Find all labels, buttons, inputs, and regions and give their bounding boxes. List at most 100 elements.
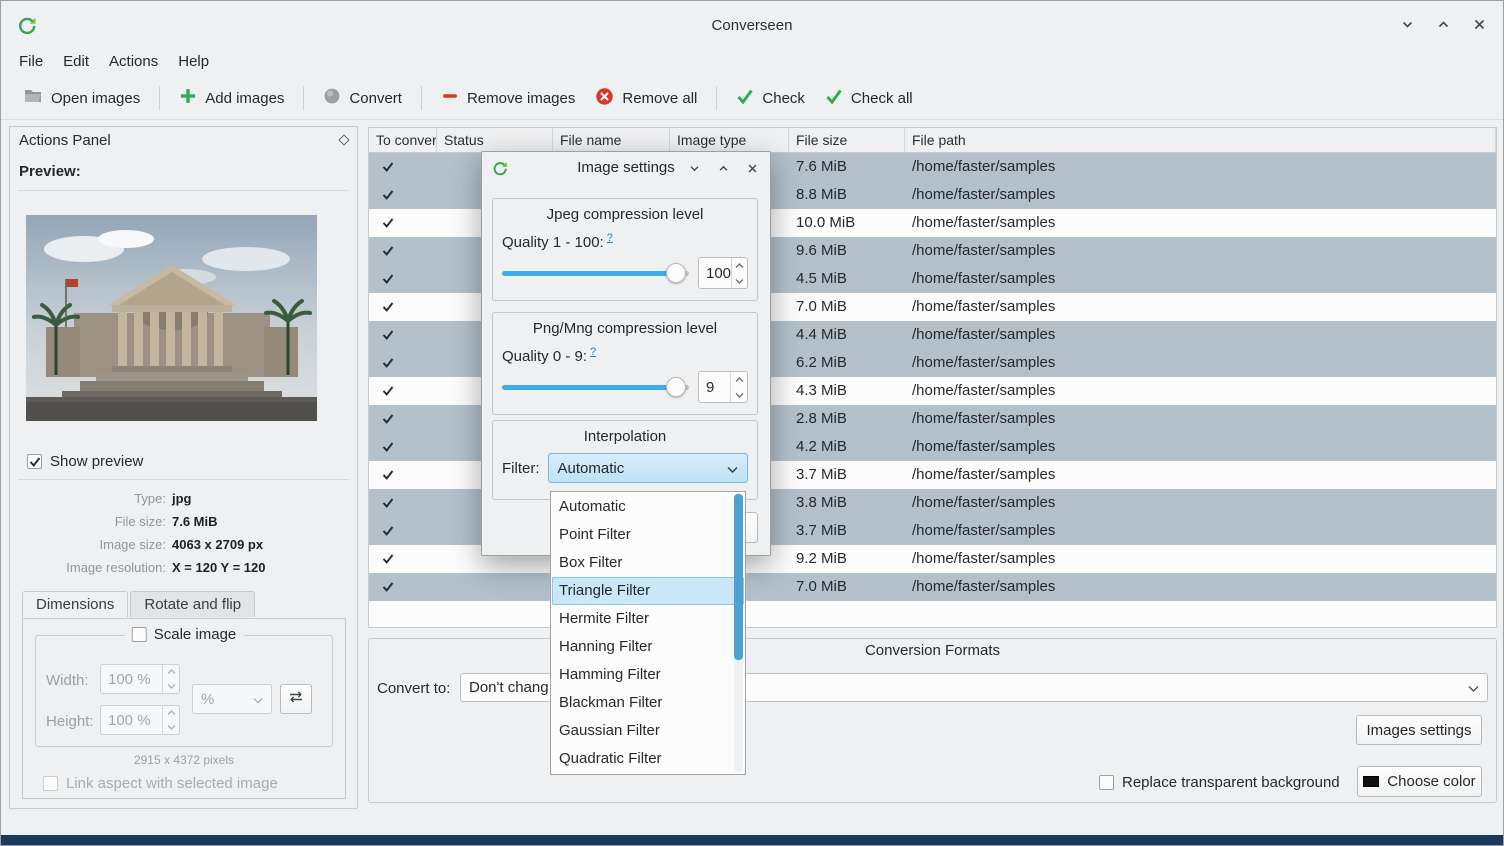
filter-option-blackman-filter[interactable]: Blackman Filter bbox=[552, 689, 744, 717]
dialog-maximize-icon[interactable] bbox=[715, 160, 731, 176]
column-status[interactable]: Status bbox=[437, 128, 553, 152]
row-file-path: /home/faster/samples bbox=[905, 153, 1496, 181]
filter-option-point-filter[interactable]: Point Filter bbox=[552, 521, 744, 549]
close-icon[interactable] bbox=[1471, 16, 1487, 32]
row-convert-checkbox[interactable] bbox=[380, 524, 395, 539]
spin-up-icon[interactable] bbox=[163, 665, 179, 679]
column-image-type[interactable]: Image type bbox=[670, 128, 789, 152]
row-file-path: /home/faster/samples bbox=[905, 321, 1496, 349]
tab-rotate-and-flip[interactable]: Rotate and flip bbox=[130, 591, 255, 617]
row-convert-checkbox[interactable] bbox=[380, 300, 395, 315]
jpeg-quality-spinbox[interactable]: 100 bbox=[698, 257, 748, 289]
popup-scrollbar[interactable] bbox=[734, 494, 743, 772]
row-convert-checkbox[interactable] bbox=[380, 580, 395, 595]
info-label: File size: bbox=[18, 514, 166, 529]
remove-images-button[interactable]: Remove images bbox=[431, 81, 585, 115]
filter-option-hermite-filter[interactable]: Hermite Filter bbox=[552, 605, 744, 633]
spin-down-icon[interactable] bbox=[163, 679, 179, 693]
slider-track bbox=[502, 385, 689, 390]
row-file-path: /home/faster/samples bbox=[905, 573, 1496, 601]
filter-option-hamming-filter[interactable]: Hamming Filter bbox=[552, 661, 744, 689]
link-aspect-checkbox[interactable]: Link aspect with selected image bbox=[43, 775, 278, 792]
row-convert-checkbox[interactable] bbox=[380, 384, 395, 399]
row-convert-checkbox[interactable] bbox=[380, 188, 395, 203]
scale-image-checkbox[interactable]: Scale image bbox=[125, 626, 244, 643]
column-file-name[interactable]: File name bbox=[553, 128, 670, 152]
add-images-button[interactable]: Add images bbox=[169, 81, 294, 115]
row-convert-checkbox[interactable] bbox=[380, 552, 395, 567]
replace-transparent-checkbox[interactable]: Replace transparent background bbox=[1099, 774, 1340, 791]
png-help-link[interactable]: ? bbox=[590, 346, 596, 358]
row-file-size: 4.4 MiB bbox=[789, 321, 905, 349]
unit-combobox[interactable]: % bbox=[192, 684, 272, 714]
jpeg-help-link[interactable]: ? bbox=[607, 232, 613, 244]
convert-icon bbox=[323, 87, 341, 109]
check-all-button[interactable]: Check all bbox=[815, 81, 923, 115]
filter-option-box-filter[interactable]: Box Filter bbox=[552, 549, 744, 577]
row-convert-checkbox[interactable] bbox=[380, 328, 395, 343]
row-convert-checkbox[interactable] bbox=[380, 412, 395, 427]
filter-option-automatic[interactable]: Automatic bbox=[552, 493, 744, 521]
spin-down-icon[interactable] bbox=[732, 273, 747, 288]
column-to-convert[interactable]: To convert bbox=[369, 128, 437, 152]
row-convert-checkbox[interactable] bbox=[380, 496, 395, 511]
filter-combobox[interactable]: Automatic bbox=[548, 453, 749, 483]
column-file-path[interactable]: File path bbox=[905, 128, 1496, 152]
spin-down-icon[interactable] bbox=[163, 720, 179, 734]
info-value: X = 120 Y = 120 bbox=[172, 560, 347, 575]
filter-option-triangle-filter[interactable]: Triangle Filter bbox=[552, 577, 744, 605]
height-spinbox[interactable]: 100 % bbox=[100, 705, 180, 735]
minimize-icon[interactable] bbox=[1399, 16, 1415, 32]
row-convert-checkbox[interactable] bbox=[380, 160, 395, 175]
row-convert-checkbox[interactable] bbox=[380, 272, 395, 287]
row-convert-checkbox[interactable] bbox=[380, 440, 395, 455]
filter-option-gaussian-filter[interactable]: Gaussian Filter bbox=[552, 717, 744, 745]
aspect-ratio-button[interactable] bbox=[280, 684, 312, 714]
row-status bbox=[437, 573, 553, 601]
row-file-size: 9.2 MiB bbox=[789, 545, 905, 573]
panel-float-button[interactable] bbox=[338, 134, 349, 145]
row-convert-checkbox[interactable] bbox=[380, 216, 395, 231]
row-convert-checkbox[interactable] bbox=[380, 356, 395, 371]
png-quality-spinbox[interactable]: 9 bbox=[698, 371, 748, 403]
image-info: Type: jpg File size: 7.6 MiB Image size:… bbox=[18, 491, 347, 575]
row-convert-checkbox[interactable] bbox=[380, 244, 395, 259]
maximize-icon[interactable] bbox=[1435, 16, 1451, 32]
spin-up-icon[interactable] bbox=[163, 706, 179, 720]
tab-dimensions[interactable]: Dimensions bbox=[22, 591, 128, 617]
row-file-size: 7.0 MiB bbox=[789, 573, 905, 601]
menu-file[interactable]: File bbox=[9, 51, 53, 72]
dialog-close-icon[interactable] bbox=[744, 160, 760, 176]
menu-edit[interactable]: Edit bbox=[53, 51, 99, 72]
info-label: Type: bbox=[18, 491, 166, 506]
menu-help[interactable]: Help bbox=[168, 51, 219, 72]
open-images-button[interactable]: Open images bbox=[13, 80, 150, 116]
row-convert-checkbox[interactable] bbox=[380, 468, 395, 483]
slider-handle[interactable] bbox=[666, 263, 686, 283]
show-preview-checkbox[interactable]: Show preview bbox=[27, 453, 143, 470]
spin-down-icon[interactable] bbox=[731, 387, 747, 402]
file-row[interactable]: 7.0 MiB/home/faster/samples bbox=[369, 573, 1496, 601]
png-quality-slider[interactable] bbox=[502, 376, 689, 398]
actions-panel: Actions Panel Preview: bbox=[9, 126, 358, 809]
info-value: jpg bbox=[172, 491, 347, 506]
dialog-minimize-icon[interactable] bbox=[686, 160, 702, 176]
slider-handle[interactable] bbox=[666, 377, 686, 397]
popup-scrollbar-thumb[interactable] bbox=[734, 494, 743, 660]
spin-up-icon[interactable] bbox=[731, 372, 747, 387]
choose-color-button[interactable]: Choose color bbox=[1357, 766, 1482, 797]
width-spinbox[interactable]: 100 % bbox=[100, 664, 180, 694]
remove-all-button[interactable]: Remove all bbox=[585, 81, 707, 116]
convert-button[interactable]: Convert bbox=[313, 81, 412, 115]
checkbox-unchecked bbox=[132, 627, 147, 642]
menubar: File Edit Actions Help bbox=[1, 47, 1503, 75]
menu-actions[interactable]: Actions bbox=[99, 51, 168, 72]
spin-up-icon[interactable] bbox=[732, 258, 747, 273]
images-settings-button[interactable]: Images settings bbox=[1356, 715, 1482, 745]
filter-option-quadratic-filter[interactable]: Quadratic Filter bbox=[552, 745, 744, 773]
jpeg-quality-slider[interactable] bbox=[502, 262, 689, 284]
filter-option-hanning-filter[interactable]: Hanning Filter bbox=[552, 633, 744, 661]
remove-all-icon bbox=[595, 87, 614, 110]
column-file-size[interactable]: File size bbox=[789, 128, 905, 152]
check-button[interactable]: Check bbox=[726, 81, 815, 115]
